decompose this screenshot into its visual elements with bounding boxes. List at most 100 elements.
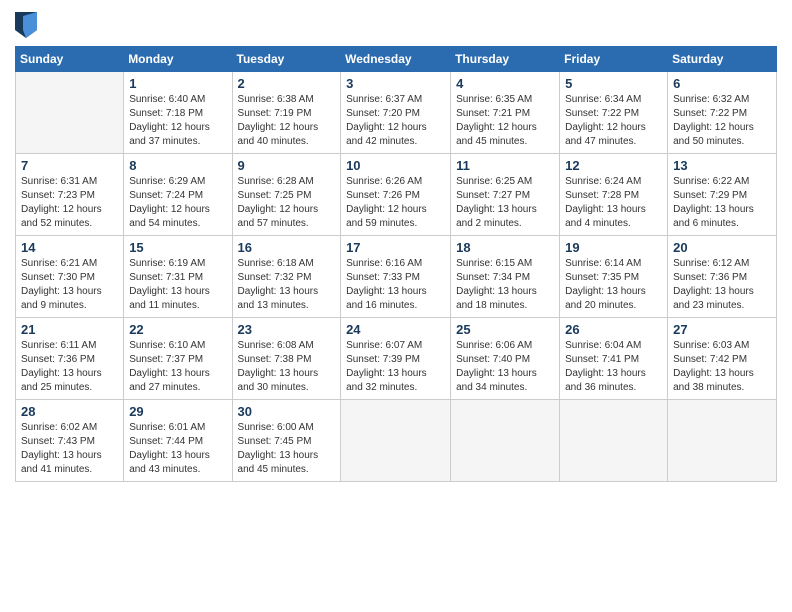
calendar-cell: 12 Sunrise: 6:24 AMSunset: 7:28 PMDayligh… xyxy=(560,154,668,236)
day-info: Sunrise: 6:16 AMSunset: 7:33 PMDaylight:… xyxy=(346,257,445,313)
week-row-3: 21 Sunrise: 6:11 AMSunset: 7:36 PMDayligh… xyxy=(16,318,777,400)
calendar-cell xyxy=(451,400,560,482)
calendar-cell: 7 Sunrise: 6:31 AMSunset: 7:23 PMDaylight… xyxy=(16,154,124,236)
day-info: Sunrise: 6:04 AMSunset: 7:41 PMDaylight:… xyxy=(565,339,662,395)
calendar-cell xyxy=(560,400,668,482)
day-number: 5 xyxy=(565,76,662,91)
header-day-thursday: Thursday xyxy=(451,47,560,72)
day-info: Sunrise: 6:24 AMSunset: 7:28 PMDaylight:… xyxy=(565,175,662,231)
calendar-cell: 22Sunrise: 6:10 AMSunset: 7:37 PMDayligh… xyxy=(124,318,232,400)
day-info: Sunrise: 6:03 AMSunset: 7:42 PMDaylight:… xyxy=(673,339,771,395)
day-number: 28 xyxy=(21,404,118,419)
day-number: 23 xyxy=(238,322,336,337)
day-number: 25 xyxy=(456,322,554,337)
calendar-cell: 6Sunrise: 6:32 AMSunset: 7:22 PMDaylight… xyxy=(668,72,777,154)
page-container: SundayMondayTuesdayWednesdayThursdayFrid… xyxy=(0,0,792,492)
day-info: Sunrise: 6:28 AMSunset: 7:25 PMDaylight:… xyxy=(238,175,336,231)
day-number: 8 xyxy=(129,158,226,173)
calendar-cell: 28 Sunrise: 6:02 AMSunset: 7:43 PMDayligh… xyxy=(16,400,124,482)
day-info: Sunrise: 6:10 AMSunset: 7:37 PMDaylight:… xyxy=(129,339,226,395)
day-number: 29 xyxy=(129,404,226,419)
calendar-cell: 11 Sunrise: 6:25 AMSunset: 7:27 PMDayligh… xyxy=(451,154,560,236)
calendar-cell: 30Sunrise: 6:00 AMSunset: 7:45 PMDayligh… xyxy=(232,400,341,482)
day-info: Sunrise: 6:07 AMSunset: 7:39 PMDaylight:… xyxy=(346,339,445,395)
day-number: 3 xyxy=(346,76,445,91)
day-info: Sunrise: 6:02 AMSunset: 7:43 PMDaylight:… xyxy=(21,421,118,477)
day-info: Sunrise: 6:11 AMSunset: 7:36 PMDaylight:… xyxy=(21,339,118,395)
day-number: 12 xyxy=(565,158,662,173)
header-day-tuesday: Tuesday xyxy=(232,47,341,72)
calendar-cell: 16 Sunrise: 6:18 AMSunset: 7:32 PMDayligh… xyxy=(232,236,341,318)
day-number: 15 xyxy=(129,240,226,255)
day-number: 14 xyxy=(21,240,118,255)
calendar-header-row: SundayMondayTuesdayWednesdayThursdayFrid… xyxy=(16,47,777,72)
day-info: Sunrise: 6:25 AMSunset: 7:27 PMDaylight:… xyxy=(456,175,554,231)
calendar-cell: 3 Sunrise: 6:37 AMSunset: 7:20 PMDaylight… xyxy=(341,72,451,154)
header-day-monday: Monday xyxy=(124,47,232,72)
header-day-wednesday: Wednesday xyxy=(341,47,451,72)
calendar-cell: 5 Sunrise: 6:34 AMSunset: 7:22 PMDaylight… xyxy=(560,72,668,154)
calendar-cell xyxy=(668,400,777,482)
week-row-1: 7 Sunrise: 6:31 AMSunset: 7:23 PMDaylight… xyxy=(16,154,777,236)
calendar-cell xyxy=(341,400,451,482)
day-info: Sunrise: 6:31 AMSunset: 7:23 PMDaylight:… xyxy=(21,175,118,231)
day-number: 2 xyxy=(238,76,336,91)
calendar-cell: 10 Sunrise: 6:26 AMSunset: 7:26 PMDayligh… xyxy=(341,154,451,236)
calendar-cell: 17Sunrise: 6:16 AMSunset: 7:33 PMDayligh… xyxy=(341,236,451,318)
day-info: Sunrise: 6:35 AMSunset: 7:21 PMDaylight:… xyxy=(456,93,554,149)
calendar-cell: 1 Sunrise: 6:40 AMSunset: 7:18 PMDaylight… xyxy=(124,72,232,154)
day-info: Sunrise: 6:22 AMSunset: 7:29 PMDaylight:… xyxy=(673,175,771,231)
calendar-cell: 13 Sunrise: 6:22 AMSunset: 7:29 PMDayligh… xyxy=(668,154,777,236)
day-number: 1 xyxy=(129,76,226,91)
day-info: Sunrise: 6:14 AMSunset: 7:35 PMDaylight:… xyxy=(565,257,662,313)
calendar-cell: 21 Sunrise: 6:11 AMSunset: 7:36 PMDayligh… xyxy=(16,318,124,400)
day-info: Sunrise: 6:34 AMSunset: 7:22 PMDaylight:… xyxy=(565,93,662,149)
calendar-cell: 18Sunrise: 6:15 AMSunset: 7:34 PMDayligh… xyxy=(451,236,560,318)
header-day-friday: Friday xyxy=(560,47,668,72)
day-number: 27 xyxy=(673,322,771,337)
day-info: Sunrise: 6:38 AMSunset: 7:19 PMDaylight:… xyxy=(238,93,336,149)
day-info: Sunrise: 6:32 AMSunset: 7:22 PMDaylight:… xyxy=(673,93,771,149)
day-info: Sunrise: 6:06 AMSunset: 7:40 PMDaylight:… xyxy=(456,339,554,395)
calendar-cell: 2 Sunrise: 6:38 AMSunset: 7:19 PMDaylight… xyxy=(232,72,341,154)
calendar-cell: 19 Sunrise: 6:14 AMSunset: 7:35 PMDayligh… xyxy=(560,236,668,318)
calendar-cell: 9Sunrise: 6:28 AMSunset: 7:25 PMDaylight… xyxy=(232,154,341,236)
day-number: 11 xyxy=(456,158,554,173)
day-number: 16 xyxy=(238,240,336,255)
calendar-cell: 23 Sunrise: 6:08 AMSunset: 7:38 PMDayligh… xyxy=(232,318,341,400)
calendar-cell: 25 Sunrise: 6:06 AMSunset: 7:40 PMDayligh… xyxy=(451,318,560,400)
day-info: Sunrise: 6:15 AMSunset: 7:34 PMDaylight:… xyxy=(456,257,554,313)
logo xyxy=(15,10,41,38)
day-info: Sunrise: 6:26 AMSunset: 7:26 PMDaylight:… xyxy=(346,175,445,231)
calendar-cell: 26 Sunrise: 6:04 AMSunset: 7:41 PMDayligh… xyxy=(560,318,668,400)
day-info: Sunrise: 6:40 AMSunset: 7:18 PMDaylight:… xyxy=(129,93,226,149)
calendar-cell: 29 Sunrise: 6:01 AMSunset: 7:44 PMDayligh… xyxy=(124,400,232,482)
calendar-cell: 8 Sunrise: 6:29 AMSunset: 7:24 PMDaylight… xyxy=(124,154,232,236)
day-number: 10 xyxy=(346,158,445,173)
calendar-table: SundayMondayTuesdayWednesdayThursdayFrid… xyxy=(15,46,777,482)
week-row-0: 1 Sunrise: 6:40 AMSunset: 7:18 PMDaylight… xyxy=(16,72,777,154)
day-info: Sunrise: 6:01 AMSunset: 7:44 PMDaylight:… xyxy=(129,421,226,477)
day-info: Sunrise: 6:37 AMSunset: 7:20 PMDaylight:… xyxy=(346,93,445,149)
calendar-cell: 20Sunrise: 6:12 AMSunset: 7:36 PMDayligh… xyxy=(668,236,777,318)
week-row-4: 28 Sunrise: 6:02 AMSunset: 7:43 PMDayligh… xyxy=(16,400,777,482)
calendar-cell: 14 Sunrise: 6:21 AMSunset: 7:30 PMDayligh… xyxy=(16,236,124,318)
calendar-cell: 27 Sunrise: 6:03 AMSunset: 7:42 PMDayligh… xyxy=(668,318,777,400)
day-info: Sunrise: 6:21 AMSunset: 7:30 PMDaylight:… xyxy=(21,257,118,313)
day-number: 20 xyxy=(673,240,771,255)
day-number: 13 xyxy=(673,158,771,173)
day-info: Sunrise: 6:00 AMSunset: 7:45 PMDaylight:… xyxy=(238,421,336,477)
day-number: 21 xyxy=(21,322,118,337)
day-number: 7 xyxy=(21,158,118,173)
day-number: 26 xyxy=(565,322,662,337)
calendar-cell: 24 Sunrise: 6:07 AMSunset: 7:39 PMDayligh… xyxy=(341,318,451,400)
week-row-2: 14 Sunrise: 6:21 AMSunset: 7:30 PMDayligh… xyxy=(16,236,777,318)
day-info: Sunrise: 6:19 AMSunset: 7:31 PMDaylight:… xyxy=(129,257,226,313)
header-day-saturday: Saturday xyxy=(668,47,777,72)
header xyxy=(15,10,777,38)
day-info: Sunrise: 6:29 AMSunset: 7:24 PMDaylight:… xyxy=(129,175,226,231)
day-number: 24 xyxy=(346,322,445,337)
day-number: 19 xyxy=(565,240,662,255)
day-info: Sunrise: 6:08 AMSunset: 7:38 PMDaylight:… xyxy=(238,339,336,395)
day-info: Sunrise: 6:18 AMSunset: 7:32 PMDaylight:… xyxy=(238,257,336,313)
